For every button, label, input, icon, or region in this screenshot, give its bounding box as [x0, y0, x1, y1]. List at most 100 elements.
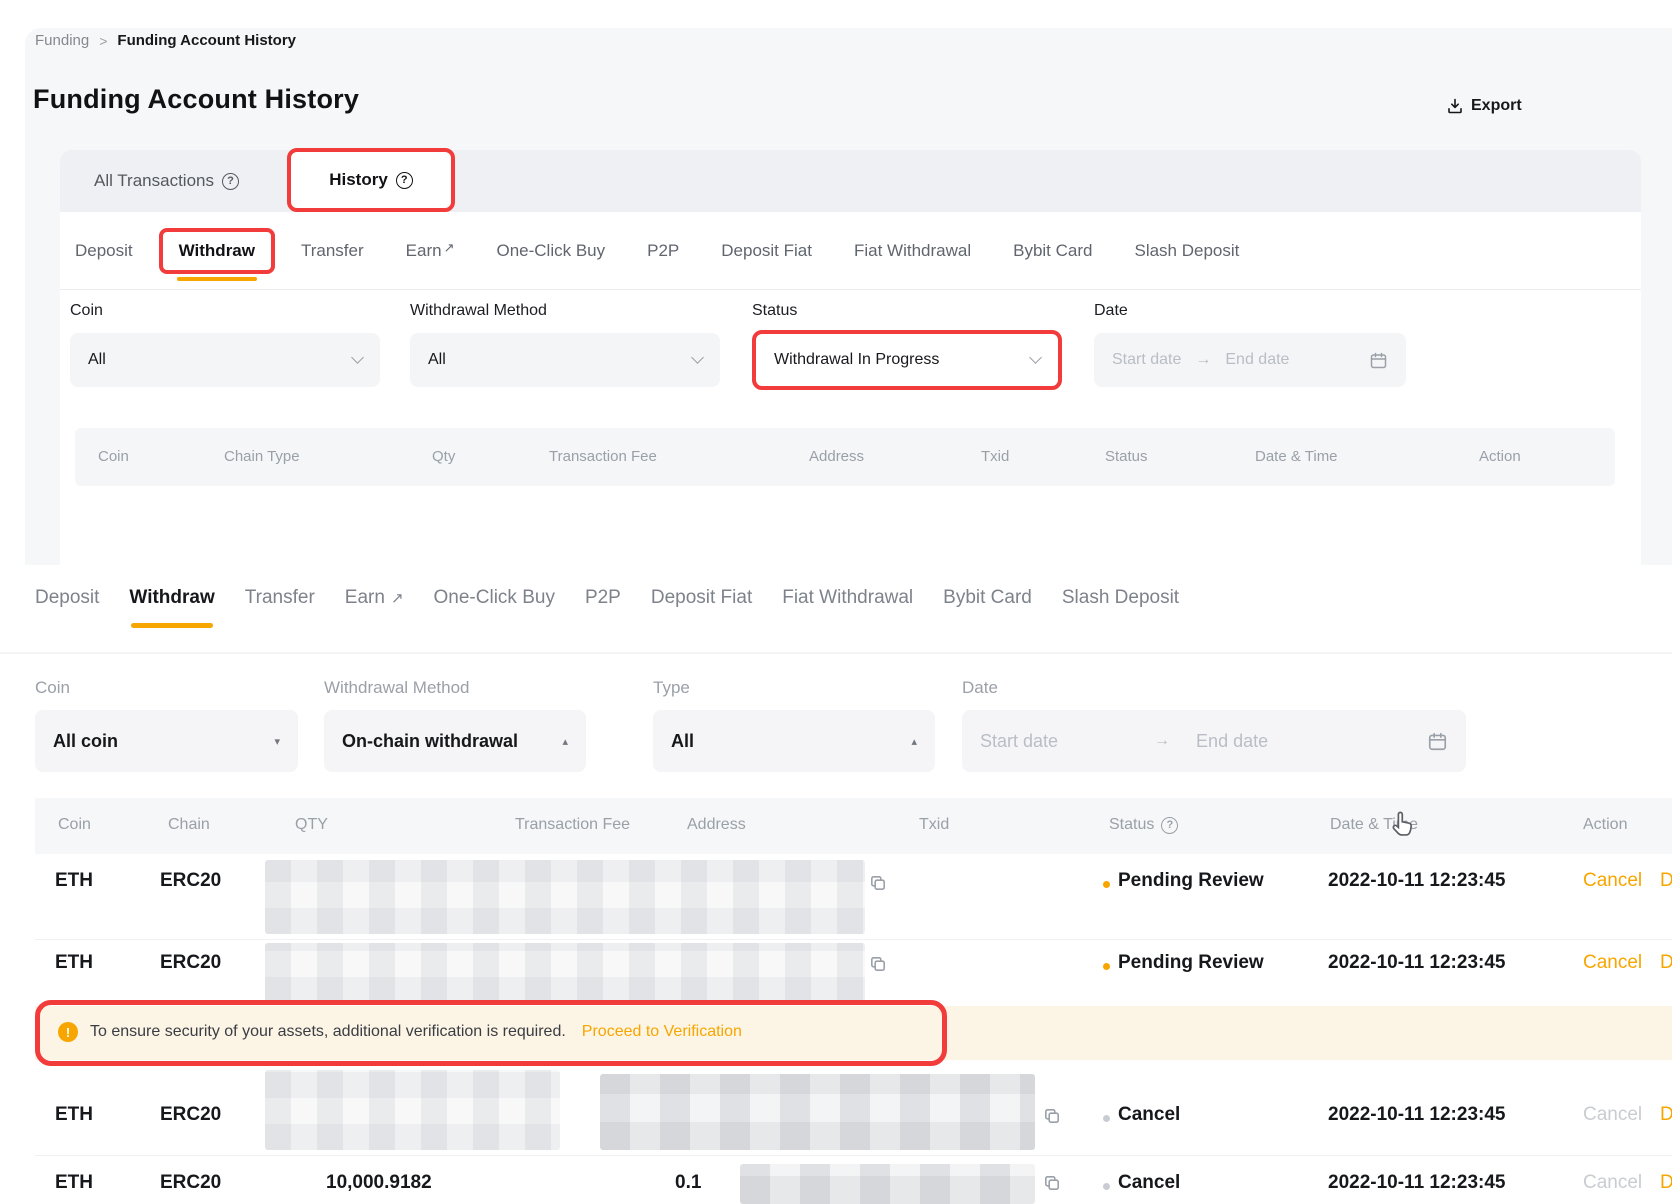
- col-transaction-fee: Transaction Fee: [515, 816, 630, 834]
- annotation-box-banner: [35, 1000, 947, 1066]
- end-date-placeholder[interactable]: End date: [1196, 731, 1268, 752]
- row-qty: 10,000.9182: [326, 1172, 432, 1194]
- date-range-picker[interactable]: Start date → End date: [962, 710, 1466, 772]
- subtab-one-click-buy[interactable]: One-Click Buy: [496, 241, 605, 261]
- details-link-clipped[interactable]: D: [1660, 952, 1672, 974]
- subtab-deposit-fiat[interactable]: Deposit Fiat: [651, 587, 752, 609]
- subtab-withdraw[interactable]: Withdraw: [159, 228, 275, 274]
- copy-icon[interactable]: [1043, 1107, 1061, 1125]
- cancel-link[interactable]: Cancel: [1583, 870, 1642, 892]
- filter-status: Status Withdrawal In Progress: [752, 302, 1062, 390]
- row-datetime: 2022-10-11 12:23:45: [1328, 1104, 1505, 1126]
- status-dot: [1103, 963, 1110, 970]
- table-row: ETH ERC20 Pending Review 2022-10-11 12:2…: [0, 854, 1672, 940]
- withdrawal-method-value: On-chain withdrawal: [342, 731, 518, 752]
- copy-icon[interactable]: [869, 955, 887, 973]
- row-status: Pending Review: [1118, 870, 1264, 892]
- col-coin: Coin: [98, 448, 129, 465]
- cancel-link-disabled: Cancel: [1583, 1172, 1642, 1194]
- col-transaction-fee: Transaction Fee: [549, 448, 657, 465]
- col-action: Action: [1479, 448, 1521, 465]
- coin-select[interactable]: All: [70, 333, 380, 387]
- subtab-p2p[interactable]: P2P: [585, 587, 621, 609]
- row-chain: ERC20: [160, 870, 221, 892]
- col-address: Address: [687, 816, 746, 834]
- help-icon[interactable]: ?: [1161, 817, 1178, 834]
- start-date-placeholder[interactable]: Start date: [980, 731, 1058, 752]
- subtab-fiat-withdrawal[interactable]: Fiat Withdrawal: [854, 241, 971, 261]
- status-value: Withdrawal In Progress: [774, 351, 939, 369]
- copy-icon[interactable]: [869, 874, 887, 892]
- status-dot: [1103, 1183, 1110, 1190]
- subtab-p2p[interactable]: P2P: [647, 241, 679, 261]
- subtab-deposit-fiat[interactable]: Deposit Fiat: [721, 241, 812, 261]
- help-icon[interactable]: ?: [222, 173, 239, 190]
- redacted-data: [740, 1164, 1035, 1204]
- subtab-slash-deposit[interactable]: Slash Deposit: [1134, 241, 1239, 261]
- redacted-data: [265, 860, 865, 934]
- subtab-slash-deposit[interactable]: Slash Deposit: [1062, 587, 1179, 609]
- col-txid: Txid: [919, 816, 949, 834]
- end-date-placeholder[interactable]: End date: [1225, 351, 1289, 369]
- triangle-down-icon: ▾: [274, 735, 280, 748]
- subtab-deposit[interactable]: Deposit: [35, 587, 99, 609]
- calendar-icon: [1427, 731, 1448, 752]
- type-label: Type: [653, 678, 935, 698]
- subtab-withdraw[interactable]: Withdraw: [129, 587, 214, 609]
- funding-account-history-page: Funding > Funding Account History Fundin…: [0, 0, 1672, 1204]
- withdrawal-method-select[interactable]: On-chain withdrawal ▴: [324, 710, 586, 772]
- tab-all-transactions[interactable]: All Transactions ?: [94, 171, 239, 191]
- bottom-subtabs: Deposit Withdraw Transfer Earn↗ One-Clic…: [35, 570, 1179, 626]
- subtab-earn[interactable]: Earn↗: [406, 240, 455, 261]
- row-coin: ETH: [55, 952, 93, 974]
- export-button[interactable]: Export: [1446, 97, 1522, 115]
- filter-coin: Coin All coin ▾: [35, 678, 298, 772]
- breadcrumb-funding[interactable]: Funding: [35, 32, 89, 49]
- calendar-icon: [1369, 351, 1388, 370]
- subtab-earn[interactable]: Earn↗: [345, 587, 404, 609]
- row-status: Cancel: [1118, 1172, 1180, 1194]
- breadcrumb-separator-icon: >: [99, 33, 107, 49]
- coin-label: Coin: [35, 678, 298, 698]
- filter-date: Date Start date → End date: [962, 678, 1466, 772]
- row-datetime: 2022-10-11 12:23:45: [1328, 952, 1505, 974]
- breadcrumb-current: Funding Account History: [117, 32, 296, 49]
- subtab-bybit-card[interactable]: Bybit Card: [943, 587, 1032, 609]
- tab-history-label: History: [329, 170, 388, 190]
- coin-value: All: [88, 351, 106, 369]
- col-status: Status: [1105, 448, 1148, 465]
- tab-all-transactions-label: All Transactions: [94, 171, 214, 191]
- type-select[interactable]: All ▴: [653, 710, 935, 772]
- redacted-data: [600, 1074, 1035, 1150]
- col-txid: Txid: [981, 448, 1009, 465]
- subtab-one-click-buy[interactable]: One-Click Buy: [434, 587, 555, 609]
- subtab-transfer[interactable]: Transfer: [245, 587, 315, 609]
- subtab-fiat-withdrawal[interactable]: Fiat Withdrawal: [782, 587, 913, 609]
- col-date-time: Date & Time: [1255, 448, 1338, 465]
- page-title: Funding Account History: [33, 84, 359, 115]
- details-link-clipped[interactable]: D: [1660, 1104, 1672, 1126]
- col-qty: QTY: [295, 816, 328, 834]
- redacted-data: [265, 1070, 560, 1150]
- details-link-clipped[interactable]: D: [1660, 870, 1672, 892]
- start-date-placeholder[interactable]: Start date: [1112, 351, 1181, 369]
- divider: [0, 652, 1672, 654]
- subtab-transfer[interactable]: Transfer: [301, 241, 364, 261]
- coin-select[interactable]: All coin ▾: [35, 710, 298, 772]
- subtab-bybit-card[interactable]: Bybit Card: [1013, 241, 1092, 261]
- help-icon[interactable]: ?: [396, 172, 413, 189]
- cancel-link[interactable]: Cancel: [1583, 952, 1642, 974]
- date-range-picker[interactable]: Start date → End date: [1094, 333, 1406, 387]
- row-datetime: 2022-10-11 12:23:45: [1328, 1172, 1505, 1194]
- withdrawal-method-label: Withdrawal Method: [410, 302, 720, 320]
- status-select[interactable]: Withdrawal In Progress: [752, 330, 1062, 390]
- row-datetime: 2022-10-11 12:23:45: [1328, 870, 1505, 892]
- row-coin: ETH: [55, 1172, 93, 1194]
- tab-history[interactable]: History ?: [287, 148, 455, 212]
- download-icon: [1446, 97, 1464, 115]
- coin-label: Coin: [70, 302, 380, 320]
- subtab-deposit[interactable]: Deposit: [75, 241, 133, 261]
- copy-icon[interactable]: [1043, 1174, 1061, 1192]
- details-link-clipped[interactable]: D: [1660, 1172, 1672, 1194]
- withdrawal-method-select[interactable]: All: [410, 333, 720, 387]
